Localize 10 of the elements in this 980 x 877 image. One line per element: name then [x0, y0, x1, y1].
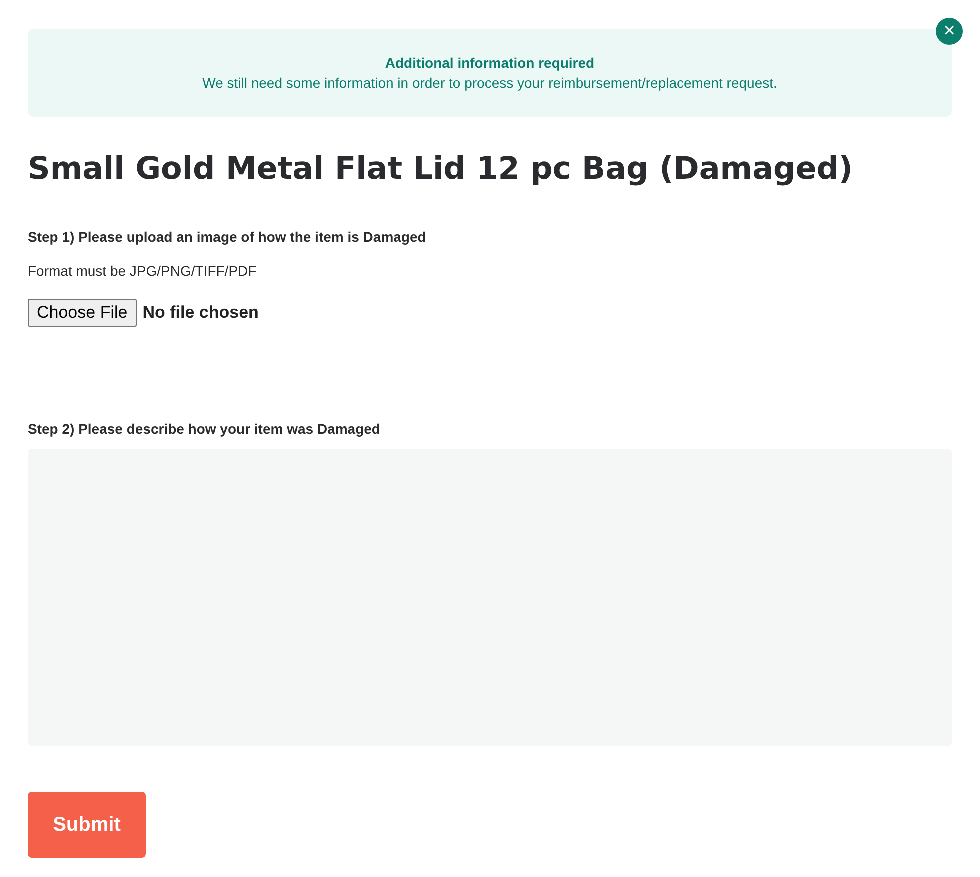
notice-message: We still need some information in order to process your reimbursement/replacement request.: [202, 75, 778, 91]
close-button[interactable]: ×: [936, 18, 963, 45]
step-label: Step 2) Please describe how your item was Damaged: [28, 421, 382, 437]
choose-file-button[interactable]: Choose File: [28, 299, 137, 327]
product-title: Small Gold Metal Flat Lid 12 pc Bag (Damaged): [28, 151, 854, 187]
notice-title: Additional information required: [385, 55, 595, 71]
submit-button[interactable]: Submit: [28, 792, 146, 858]
step-label: Step 1) Please upload an image of how the item is Damaged: [28, 229, 428, 245]
format-hint: Format must be JPG/PNG/TIFF/PDF: [28, 263, 258, 279]
file-status: No file chosen: [142, 303, 259, 323]
